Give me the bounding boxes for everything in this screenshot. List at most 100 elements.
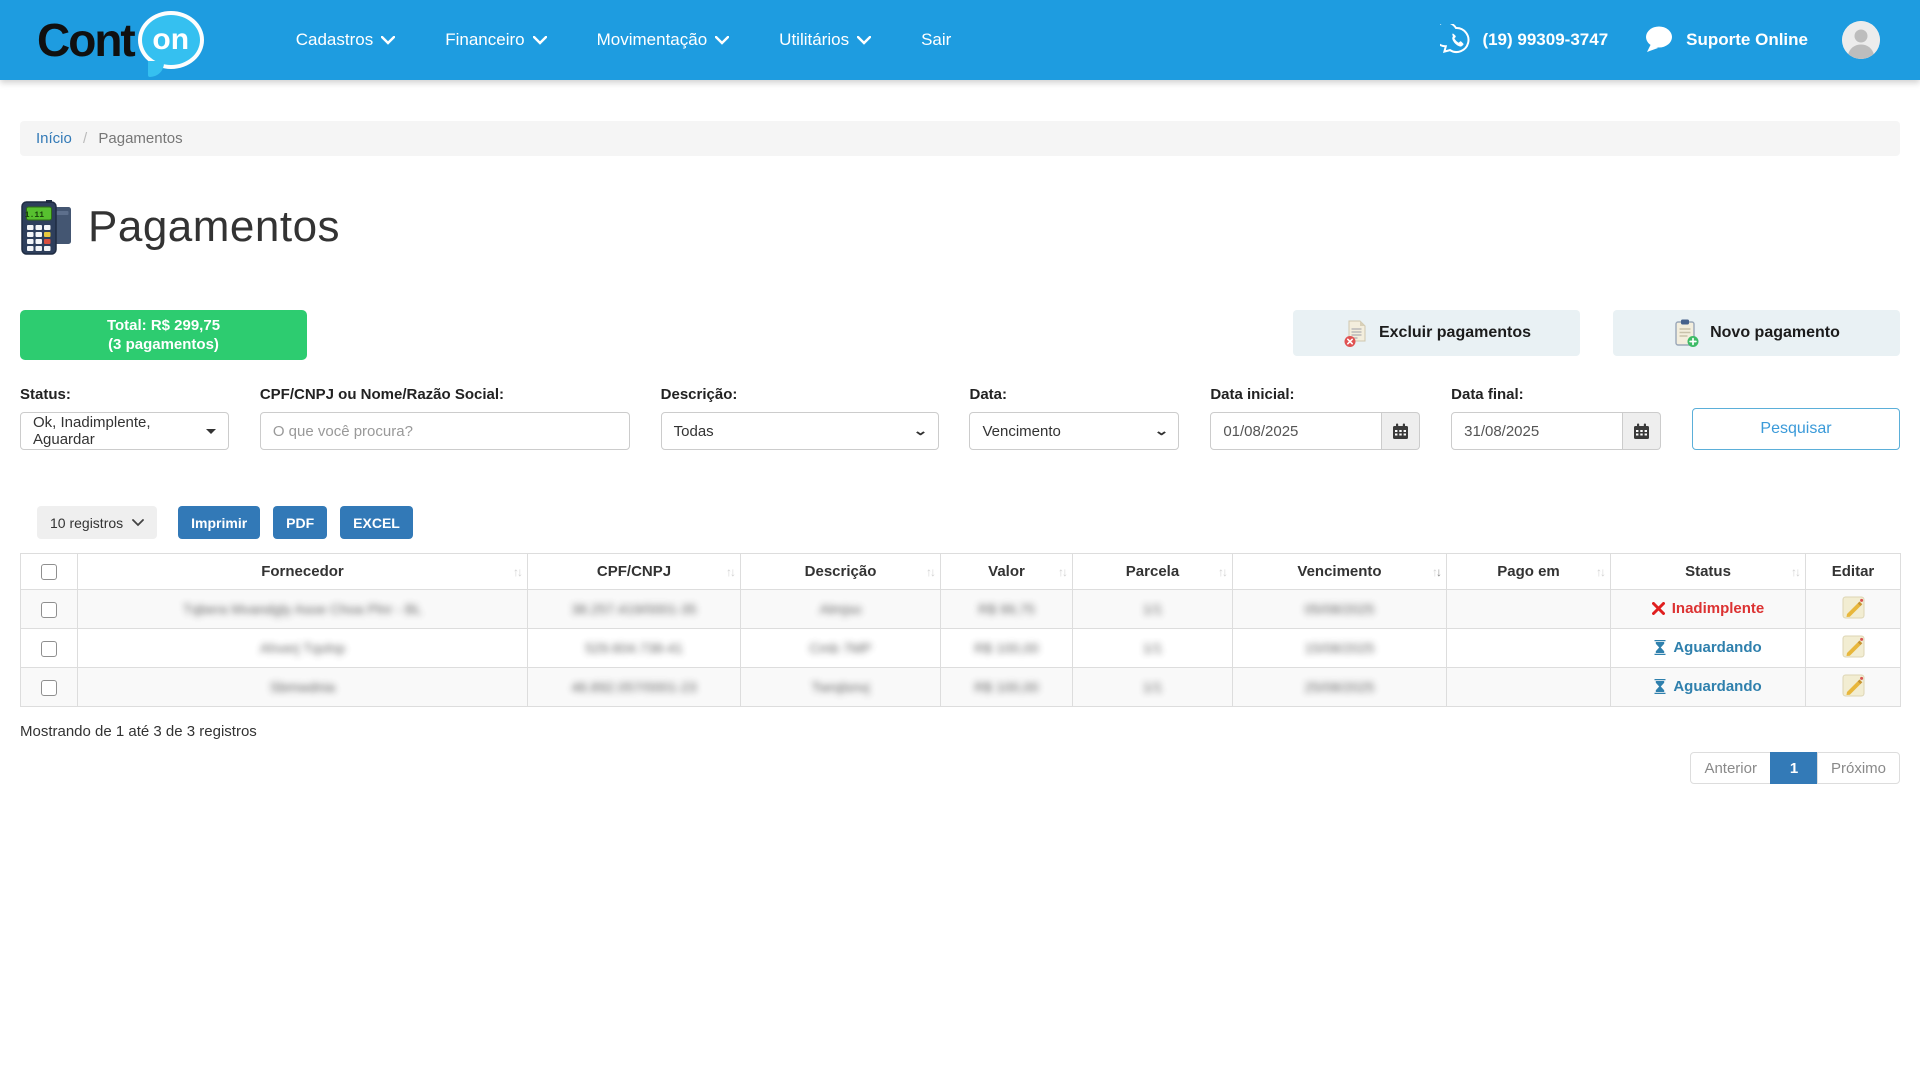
data-select[interactable]: Vencimento ⌄ [969,412,1179,450]
action-buttons: Excluir pagamentos Novo pagamento [1293,310,1900,356]
col-fornecedor[interactable]: Fornecedor↑↓ [78,554,528,590]
fornecedor-cell-redacted: Ahverj Tqvlnp [260,640,345,656]
descricao-cell-redacted: Almjso [819,601,861,617]
total-badge: Total: R$ 299,75 (3 pagamentos) [20,310,307,360]
sort-icon[interactable]: ↑↓ [1218,565,1226,579]
filter-submit: Pesquisar [1692,408,1900,450]
sort-icon[interactable]: ↑↓ [726,565,734,579]
breadcrumb-home-link[interactable]: Início [36,130,72,147]
row-checkbox[interactable] [41,641,57,657]
new-payment-button[interactable]: Novo pagamento [1613,310,1900,356]
filter-descricao: Descrição: Todas ⌄ [661,386,939,450]
row-checkbox[interactable] [41,602,57,618]
pagination-next[interactable]: Próximo [1817,752,1900,784]
descricao-cell-redacted: Twrqlsnvj [811,679,869,695]
vencimento-cell-redacted: 25/08/2025 [1304,679,1374,695]
col-parcela[interactable]: Parcela↑↓ [1073,554,1233,590]
cpf-cell-redacted: 529.604.738-41 [585,640,683,656]
page-size-select[interactable]: 10 registros [37,506,157,539]
user-avatar[interactable] [1842,21,1880,59]
valor-cell-redacted: R$ 100,00 [974,640,1039,656]
edit-row-button[interactable] [1840,672,1867,702]
parcela-cell-redacted: 1/1 [1143,679,1162,695]
export-buttons: Imprimir PDF EXCEL [178,506,413,539]
action-row: Total: R$ 299,75 (3 pagamentos) Excluir … [20,310,1900,360]
hourglass-icon [1654,679,1666,694]
menu-item-cadastros[interactable]: Cadastros [296,30,395,50]
search-input[interactable] [260,412,630,450]
whatsapp-contact[interactable]: (19) 99309-3747 [1440,24,1608,56]
filter-search: CPF/CNPJ ou Nome/Razão Social: [260,386,630,450]
descricao-select[interactable]: Todas ⌄ [661,412,939,450]
data-inicial-calendar-button[interactable] [1382,412,1420,450]
main-menu: Cadastros Financeiro Movimentação Utilit… [296,30,952,50]
col-pago-em[interactable]: Pago em↑↓ [1447,554,1611,590]
parcela-cell-redacted: 1/1 [1143,601,1162,617]
edit-note-icon [1842,596,1865,619]
row-checkbox[interactable] [41,680,57,696]
sort-icon[interactable]: ↑↓ [513,565,521,579]
table-controls: 10 registros Imprimir PDF EXCEL [20,506,1900,539]
delete-document-icon [1342,319,1369,348]
pagination-prev[interactable]: Anterior [1690,752,1771,784]
payments-table: Fornecedor↑↓ CPF/CNPJ↑↓ Descrição↑↓ Valo… [20,553,1901,707]
pdf-button[interactable]: PDF [273,506,327,539]
sort-icon[interactable]: ↑↓ [1596,565,1604,579]
data-final-calendar-button[interactable] [1623,412,1661,450]
chevron-down-icon [533,36,547,45]
print-button[interactable]: Imprimir [178,506,260,539]
chat-bubble-icon [1642,25,1676,55]
status-dropdown[interactable]: Ok, Inadimplente, Aguardar [20,412,229,450]
edit-note-icon [1842,674,1865,697]
data-final-input[interactable] [1451,412,1623,450]
excel-button[interactable]: EXCEL [340,506,413,539]
status-badge: Inadimplente [1652,600,1765,617]
support-label: Suporte Online [1686,30,1808,50]
sort-icon-active[interactable]: ↑↓ [1432,565,1440,579]
edit-row-button[interactable] [1840,633,1867,663]
menu-item-movimentacao[interactable]: Movimentação [597,30,730,50]
edit-row-button[interactable] [1840,594,1867,624]
logo-text-cont: Cont [37,13,134,67]
filters-bar: Status: Ok, Inadimplente, Aguardar CPF/C… [20,386,1900,450]
filter-data: Data: Vencimento ⌄ [969,386,1179,450]
showing-records-text: Mostrando de 1 até 3 de 3 registros [20,723,1900,740]
descricao-label: Descrição: [661,386,939,403]
top-navbar: Cont on Cadastros Financeiro Movimentaçã… [0,0,1920,80]
sort-icon[interactable]: ↑↓ [1058,565,1066,579]
pagination-page-1[interactable]: 1 [1770,752,1818,784]
filter-data-final: Data final: [1451,386,1661,450]
chevron-down-icon: ⌄ [1153,423,1168,439]
calendar-icon [1392,423,1409,440]
col-valor[interactable]: Valor↑↓ [941,554,1073,590]
sort-icon[interactable]: ↑↓ [926,565,934,579]
pesquisar-button[interactable]: Pesquisar [1692,408,1900,450]
col-descricao[interactable]: Descrição↑↓ [741,554,941,590]
calendar-icon [1633,423,1650,440]
status-badge: Aguardando [1654,639,1761,656]
support-online[interactable]: Suporte Online [1642,25,1808,55]
table-row: Tqbera Mvandgly Asoe Choa Plnr - BL 38.2… [21,590,1901,629]
delete-payments-button[interactable]: Excluir pagamentos [1293,310,1580,356]
col-status[interactable]: Status↑↓ [1611,554,1806,590]
payment-terminal-icon: 1.11 [20,198,74,256]
select-all-header [21,554,78,590]
total-count: (3 pagamentos) [28,335,299,354]
col-vencimento[interactable]: Vencimento↑↓ [1233,554,1447,590]
title-row: 1.11 Pagamentos [20,198,1900,256]
select-all-checkbox[interactable] [41,564,57,580]
data-inicial-input[interactable] [1210,412,1382,450]
fornecedor-cell-redacted: Tqbera Mvandgly Asoe Choa Plnr - BL [183,601,422,617]
sort-icon[interactable]: ↑↓ [1791,565,1799,579]
menu-item-sair[interactable]: Sair [921,30,951,50]
menu-item-financeiro[interactable]: Financeiro [445,30,546,50]
chevron-down-icon [715,36,729,45]
status-label: Status: [20,386,229,403]
fornecedor-cell-redacted: Sbmwdnia [270,679,335,695]
filter-data-inicial: Data inicial: [1210,386,1420,450]
data-label: Data: [969,386,1179,403]
menu-item-utilitarios[interactable]: Utilitários [779,30,871,50]
vencimento-cell-redacted: 15/08/2025 [1304,640,1374,656]
conton-logo[interactable]: Cont on [37,11,204,69]
col-cpf-cnpj[interactable]: CPF/CNPJ↑↓ [528,554,741,590]
